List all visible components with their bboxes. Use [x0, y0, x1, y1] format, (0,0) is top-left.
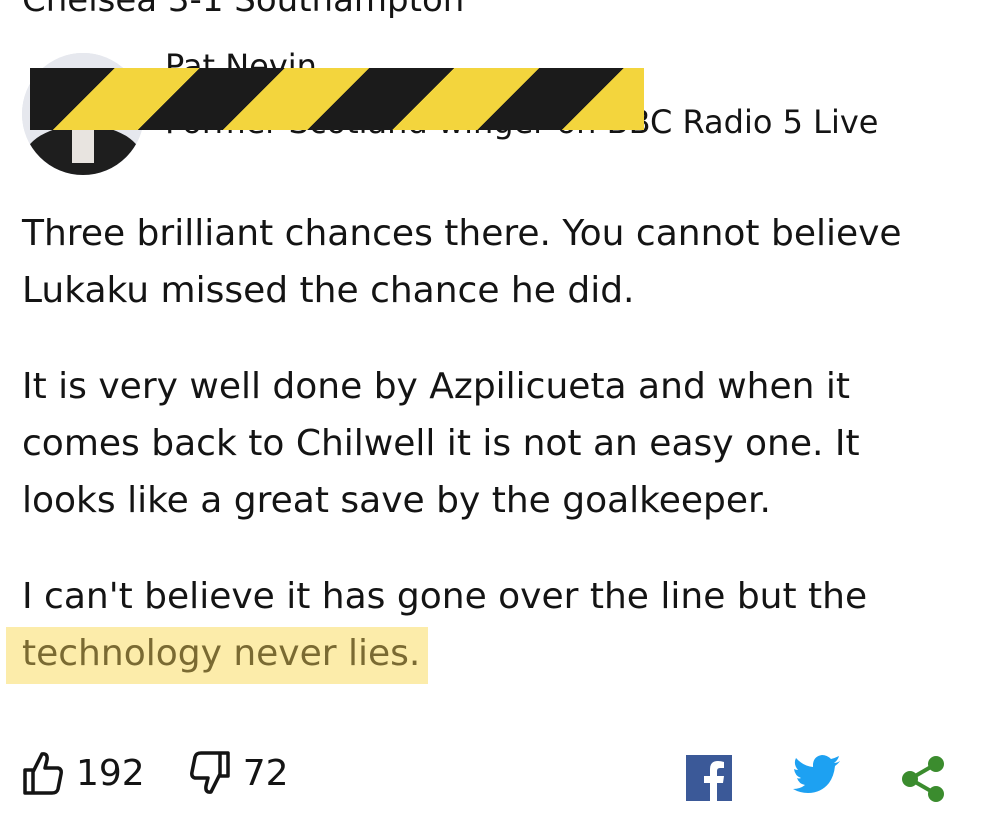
reaction-bar: 192 72 — [22, 750, 333, 796]
share-icon[interactable] — [900, 755, 946, 803]
paragraph-1-line-1: Three brilliant chances there. You canno… — [22, 213, 902, 254]
redaction-overlay — [30, 68, 644, 130]
paragraph-2-line-1: It is very well done by Azpilicueta and … — [22, 366, 851, 407]
like-button[interactable]: 192 — [22, 750, 145, 796]
paragraph-3-line-1: I can't believe it has gone over the lin… — [22, 576, 868, 617]
paragraph-3: I can't believe it has gone over the lin… — [6, 568, 868, 684]
paragraph-2-line-3: looks like a great save by the goalkeepe… — [22, 480, 771, 521]
like-count: 192 — [76, 752, 145, 794]
thumbs-up-icon — [23, 752, 63, 795]
highlighted-quote: technology never lies. — [6, 627, 429, 684]
dislike-count: 72 — [242, 752, 289, 794]
facebook-share-icon[interactable] — [686, 755, 732, 801]
paragraph-2: It is very well done by Azpilicueta and … — [22, 358, 860, 529]
twitter-share-icon[interactable] — [793, 755, 841, 797]
paragraph-1-line-2: Lukaku missed the chance he did. — [22, 270, 635, 311]
headline: Chelsea 3-1 Southampton — [22, 0, 465, 20]
thumbs-down-icon — [189, 751, 230, 794]
paragraph-1: Three brilliant chances there. You canno… — [22, 205, 902, 319]
paragraph-2-line-2: comes back to Chilwell it is not an easy… — [22, 423, 860, 464]
dislike-button[interactable]: 72 — [189, 750, 289, 796]
